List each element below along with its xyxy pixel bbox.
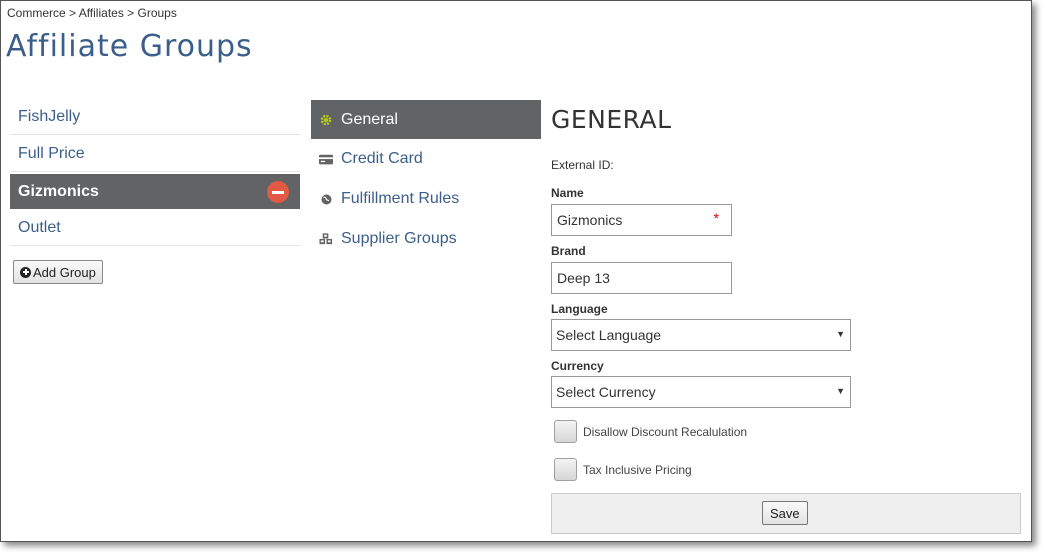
gear-icon bbox=[319, 113, 333, 127]
add-group-label: Add Group bbox=[33, 264, 96, 280]
language-value: Select Language bbox=[556, 327, 662, 343]
required-marker: * bbox=[713, 210, 719, 226]
tab-general[interactable]: General bbox=[311, 100, 541, 139]
group-label: Full Price bbox=[18, 145, 85, 162]
tax-inclusive-option: Tax Inclusive Pricing bbox=[554, 458, 692, 481]
group-label: Outlet bbox=[18, 219, 61, 236]
brand-value: Deep 13 bbox=[557, 270, 610, 286]
save-button[interactable]: Save bbox=[762, 501, 808, 525]
tab-label: Supplier Groups bbox=[341, 230, 457, 247]
tab-credit-card[interactable]: Credit Card bbox=[311, 139, 541, 179]
cubes-icon bbox=[319, 232, 333, 246]
chevron-down-icon: ▼ bbox=[836, 329, 845, 339]
currency-value: Select Currency bbox=[556, 384, 656, 400]
currency-select[interactable]: Select Currency ▼ bbox=[551, 376, 851, 408]
tab-supplier-groups[interactable]: Supplier Groups bbox=[311, 219, 541, 259]
form-footer: Save bbox=[551, 493, 1021, 534]
disallow-discount-label: Disallow Discount Recalulation bbox=[583, 424, 748, 439]
brand-field[interactable]: Deep 13 bbox=[551, 262, 732, 294]
section-title: GENERAL bbox=[551, 105, 672, 134]
tab-label: Credit Card bbox=[341, 150, 423, 167]
tab-label: General bbox=[341, 110, 398, 128]
tab-fulfillment-rules[interactable]: Fulfillment Rules bbox=[311, 179, 541, 219]
tab-label: Fulfillment Rules bbox=[341, 190, 460, 207]
brand-label: Brand bbox=[551, 244, 586, 258]
add-group-button[interactable]: Add Group bbox=[13, 260, 103, 284]
group-item-full-price[interactable]: Full Price bbox=[10, 137, 300, 172]
tax-inclusive-checkbox[interactable] bbox=[554, 458, 577, 481]
currency-label: Currency bbox=[551, 359, 604, 373]
language-label: Language bbox=[551, 302, 608, 316]
app-window: Commerce > Affiliates > Groups Affiliate… bbox=[0, 0, 1032, 542]
name-label: Name bbox=[551, 186, 584, 200]
disallow-discount-option: Disallow Discount Recalulation bbox=[554, 420, 747, 443]
plus-circle-icon bbox=[20, 266, 31, 278]
name-value: Gizmonics bbox=[557, 212, 623, 228]
group-label: Gizmonics bbox=[18, 183, 99, 200]
groups-list: FishJelly Full Price Gizmonics Outlet bbox=[10, 100, 300, 248]
group-item-fishjelly[interactable]: FishJelly bbox=[10, 100, 300, 135]
remove-icon[interactable] bbox=[267, 181, 289, 203]
external-id-label: External ID: bbox=[551, 158, 614, 172]
breadcrumb: Commerce > Affiliates > Groups bbox=[7, 6, 177, 20]
group-item-gizmonics[interactable]: Gizmonics bbox=[10, 174, 300, 209]
disallow-discount-checkbox[interactable] bbox=[554, 420, 577, 443]
language-select[interactable]: Select Language ▼ bbox=[551, 319, 851, 351]
credit-card-icon bbox=[319, 152, 333, 166]
group-item-outlet[interactable]: Outlet bbox=[10, 211, 300, 246]
group-label: FishJelly bbox=[18, 108, 81, 125]
globe-icon bbox=[319, 192, 333, 206]
tax-inclusive-label: Tax Inclusive Pricing bbox=[583, 462, 692, 477]
tabs-nav: General Credit Card Fulfillment Rules Su… bbox=[311, 100, 541, 259]
chevron-down-icon: ▼ bbox=[836, 386, 845, 396]
page-title: Affiliate Groups bbox=[6, 29, 253, 64]
name-field[interactable]: Gizmonics * bbox=[551, 204, 732, 236]
